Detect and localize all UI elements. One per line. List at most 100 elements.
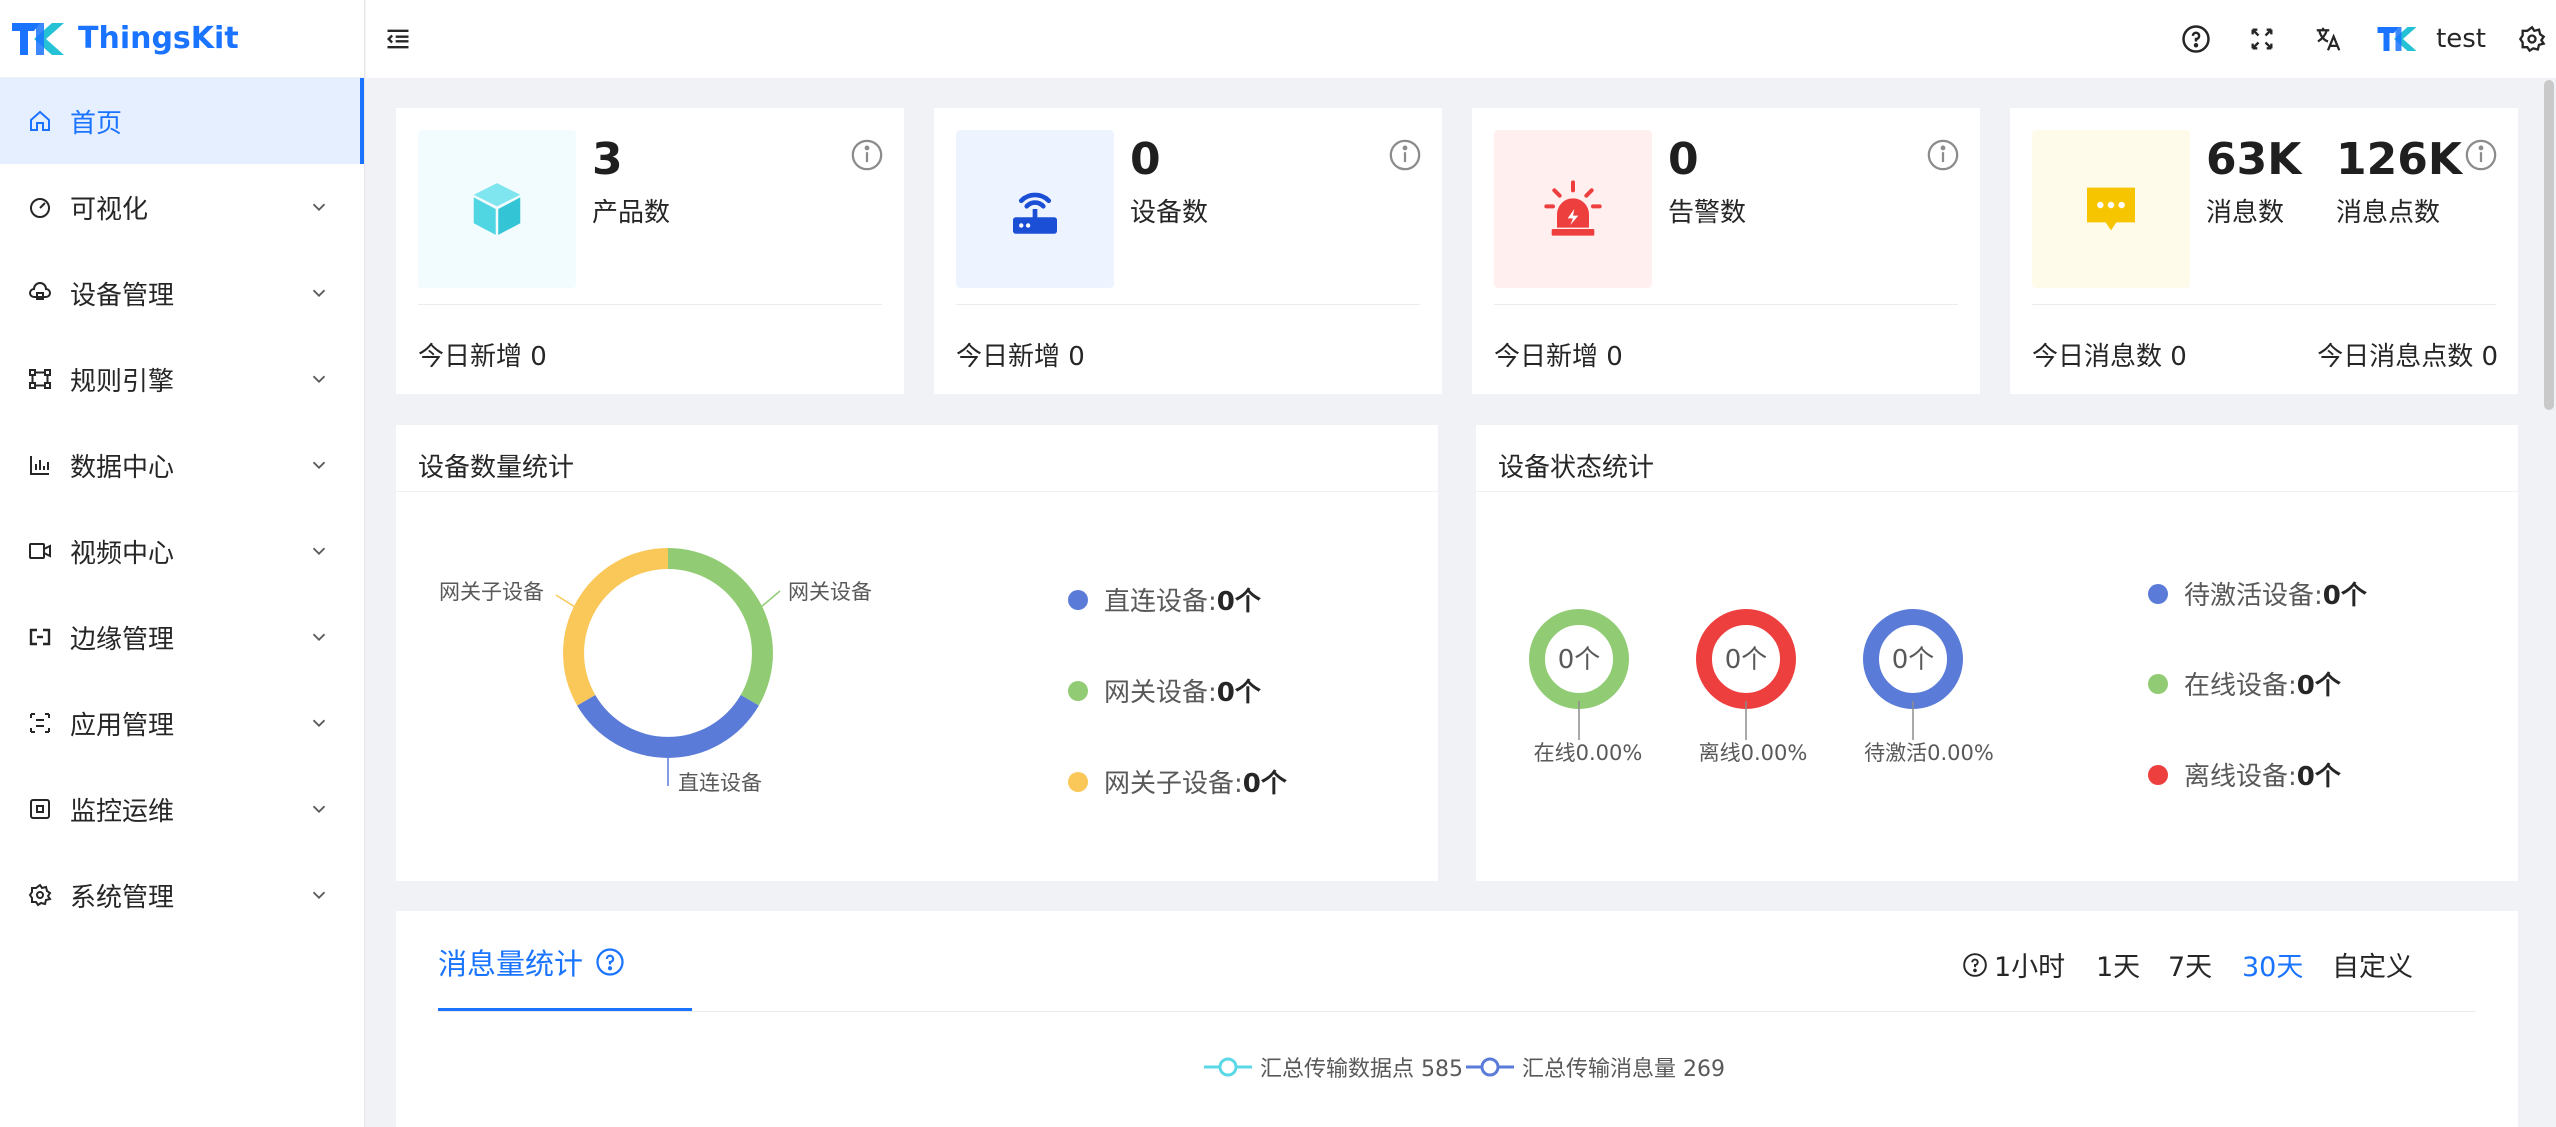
ring-caption-online: 在线0.00% xyxy=(1534,741,1643,765)
sidebar-item-video-center[interactable]: 视频中心 xyxy=(0,508,364,594)
legend-name: 待激活设备: xyxy=(2184,581,2323,611)
series-name: 汇总传输数据点 585 xyxy=(1260,1057,1463,1082)
brand[interactable]: ThingsKit xyxy=(0,0,364,78)
chevron-down-icon xyxy=(312,805,326,814)
range-label: 7天 xyxy=(2168,952,2213,983)
series-legend-messages[interactable]: 汇总传输消息量 269 xyxy=(1466,1051,1725,1083)
range-7-days[interactable]: 7天 xyxy=(2168,945,2212,984)
divider xyxy=(1494,304,1958,305)
sidebar-item-device-management[interactable]: 设备管理 xyxy=(0,250,364,336)
legend-value: 0个 xyxy=(1216,678,1261,708)
legend-name: 网关子设备: xyxy=(1104,769,1243,799)
info-icon[interactable] xyxy=(1388,138,1422,172)
legend-value: 0个 xyxy=(2322,581,2367,611)
user-menu[interactable]: test xyxy=(2376,23,2486,55)
chevron-down-icon xyxy=(312,719,326,728)
help-icon[interactable] xyxy=(2178,21,2214,57)
message-count: 63K xyxy=(2206,134,2302,185)
device-count: 0 xyxy=(1130,134,1161,185)
product-count-label: 产品数 xyxy=(592,198,671,228)
range-30-days[interactable]: 30天 xyxy=(2242,945,2303,984)
chevron-down-icon xyxy=(312,891,326,900)
message-count-label: 消息数 xyxy=(2206,198,2285,228)
legend-dot xyxy=(1068,680,1088,701)
panel-title: 设备状态统计 xyxy=(1498,453,1655,483)
help-icon[interactable] xyxy=(595,947,625,977)
legend-value: 0个 xyxy=(2296,762,2341,792)
sidebar-item-label: 边缘管理 xyxy=(70,624,175,655)
legend-item-direct: 直连设备: 0个 xyxy=(1068,581,1261,618)
info-icon[interactable] xyxy=(850,138,884,172)
sidebar-item-monitoring[interactable]: 监控运维 xyxy=(0,766,364,852)
legend-dot xyxy=(1068,589,1088,610)
product-count: 3 xyxy=(592,134,623,185)
range-1-hour[interactable]: 1小时 xyxy=(1962,945,2065,984)
chevron-down-icon xyxy=(312,203,326,212)
legend-item-gateway: 网关设备: 0个 xyxy=(1068,672,1261,709)
sidebar-item-label: 规则引擎 xyxy=(70,366,175,397)
settings-icon[interactable] xyxy=(2514,21,2550,57)
sidebar-item-home[interactable]: 首页 xyxy=(0,78,364,164)
ring-online: 0个 在线0.00% xyxy=(1529,609,1643,765)
message-icon xyxy=(2032,130,2190,288)
legend-dot xyxy=(2148,764,2168,785)
donut-slice-gateway-sub xyxy=(563,548,668,706)
legend-name: 离线设备: xyxy=(2184,762,2297,792)
chevron-down-icon xyxy=(312,461,326,470)
alarm-count-label: 告警数 xyxy=(1668,198,1747,228)
sidebar-item-edge-management[interactable]: 边缘管理 xyxy=(0,594,364,680)
series-name: 汇总传输消息量 269 xyxy=(1522,1057,1725,1082)
legend-value: 0个 xyxy=(1216,587,1261,617)
sidebar: ThingsKit 首页 可视化 设备管理 规则引擎 数据中心 视频中心 边缘管… xyxy=(0,0,365,1127)
page-scrollbar[interactable] xyxy=(2544,80,2554,410)
command-icon xyxy=(26,795,54,823)
thingskit-logo-icon xyxy=(12,22,64,55)
chevron-down-icon xyxy=(312,633,326,642)
tab-label: 消息量统计 xyxy=(438,947,584,981)
menu-fold-icon[interactable] xyxy=(380,21,416,57)
message-point-count-label: 消息点数 xyxy=(2336,198,2441,228)
chevron-down-icon xyxy=(312,375,326,384)
series-legend-data-points[interactable]: 汇总传输数据点 585 xyxy=(1204,1051,1463,1083)
fullscreen-icon[interactable] xyxy=(2244,21,2280,57)
info-icon[interactable] xyxy=(1926,138,1960,172)
cube-icon xyxy=(418,130,576,288)
ring-offline: 0个 离线0.00% xyxy=(1696,609,1808,765)
help-icon xyxy=(1963,952,1987,977)
sidebar-item-system-management[interactable]: 系统管理 xyxy=(0,852,364,938)
ring-caption-offline: 离线0.00% xyxy=(1699,741,1808,765)
bar-chart-icon xyxy=(26,451,54,479)
legend-name: 网关设备: xyxy=(1104,678,1217,708)
range-custom[interactable]: 自定义 xyxy=(2332,945,2413,984)
sidebar-item-label: 数据中心 xyxy=(70,452,175,483)
sidebar-item-label: 系统管理 xyxy=(70,882,175,913)
legend-value: 0个 xyxy=(1242,769,1287,799)
header-actions: test xyxy=(2178,0,2556,78)
donut-slice-gateway xyxy=(668,548,773,706)
top-header: test xyxy=(366,0,2556,78)
info-icon[interactable] xyxy=(2464,138,2498,172)
legend-dot xyxy=(2148,673,2168,694)
panel-title: 设备数量统计 xyxy=(418,453,575,483)
settings-icon xyxy=(26,881,54,909)
product-stat-card: 3 产品数 今日新增 0 xyxy=(396,108,904,394)
divider xyxy=(956,304,1420,305)
legend-line-marker xyxy=(1204,1057,1252,1077)
legend-value: 0个 xyxy=(2296,671,2341,701)
legend-item-online: 在线设备: 0个 xyxy=(2148,665,2341,702)
legend-line-marker xyxy=(1466,1057,1514,1077)
translate-icon[interactable] xyxy=(2310,21,2346,57)
legend-item-inactive: 待激活设备: 0个 xyxy=(2148,575,2367,612)
sidebar-item-label: 监控运维 xyxy=(70,796,175,827)
sidebar-item-rule-engine[interactable]: 规则引擎 xyxy=(0,336,364,422)
sidebar-item-visualization[interactable]: 可视化 xyxy=(0,164,364,250)
legend-item-offline: 离线设备: 0个 xyxy=(2148,756,2341,793)
range-1-day[interactable]: 1天 xyxy=(2096,945,2140,984)
device-count-label: 设备数 xyxy=(1130,198,1209,228)
sidebar-item-data-center[interactable]: 数据中心 xyxy=(0,422,364,508)
app-icon xyxy=(26,709,54,737)
tab-message-stats[interactable]: 消息量统计 xyxy=(438,941,625,983)
device-stat-card: 0 设备数 今日新增 0 xyxy=(934,108,1442,394)
sidebar-item-app-management[interactable]: 应用管理 xyxy=(0,680,364,766)
device-today-new: 今日新增 0 xyxy=(956,342,1085,372)
